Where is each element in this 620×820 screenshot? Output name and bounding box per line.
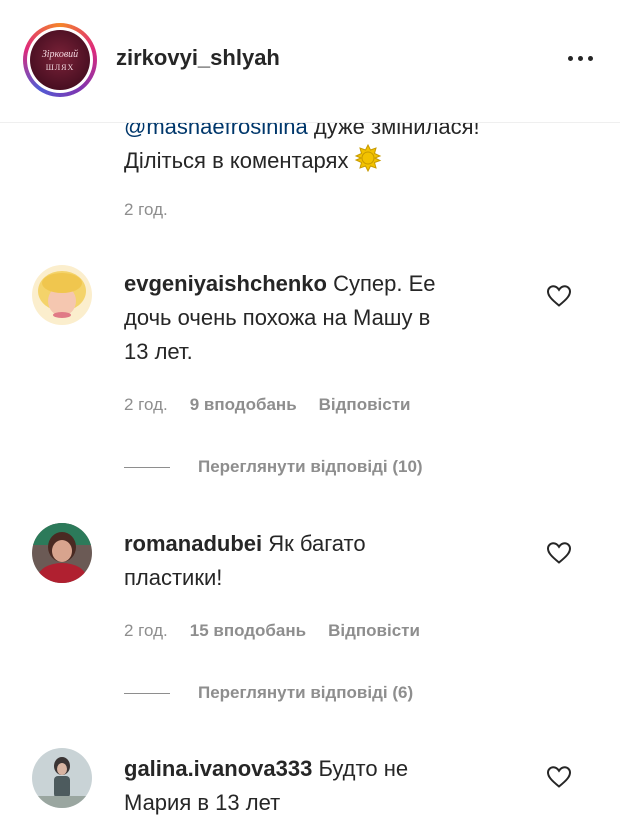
comment-text: evgeniyaishchenko Супер. Ее дочь очень п… <box>124 267 524 369</box>
comment-meta: 2 год. 15 вподобань Відповісти <box>124 621 442 641</box>
comment-body-2: Мария в 13 лет <box>124 790 281 815</box>
more-options-icon[interactable] <box>566 50 596 66</box>
caption-line-2: Діліться в коментарях <box>124 144 594 178</box>
replies-divider <box>124 467 170 469</box>
comment-body-1: Супер. Ее <box>333 271 436 296</box>
caption-timestamp: 2 год. <box>124 200 168 219</box>
view-replies-button[interactable]: Переглянути відповіді (6) <box>124 683 413 703</box>
post-header: Зірковий ШЛЯХ zirkovyi_shlyah <box>0 0 620 123</box>
profile-username[interactable]: zirkovyi_shlyah <box>116 45 280 71</box>
comment-username[interactable]: romanadubei <box>124 531 262 556</box>
sun-emoji-icon <box>355 144 382 172</box>
logo-text-1: Зірковий <box>41 49 79 60</box>
reply-button[interactable]: Відповісти <box>319 395 411 414</box>
comment-body-1: Як багато <box>268 531 366 556</box>
comment-time: 2 год. <box>124 621 168 640</box>
comment-text: galina.ivanova333 Будто не Мария в 13 ле… <box>124 752 524 820</box>
comment-avatar[interactable] <box>32 265 92 325</box>
view-replies-label: Переглянути відповіді (10) <box>198 457 423 476</box>
comment-meta: 2 год. 9 вподобань Відповісти <box>124 395 433 415</box>
logo-text-2: ШЛЯХ <box>45 63 75 72</box>
comment-time: 2 год. <box>124 395 168 414</box>
comment-avatar[interactable] <box>32 748 92 808</box>
view-replies-button[interactable]: Переглянути відповіді (10) <box>124 457 423 477</box>
comment-username[interactable]: galina.ivanova333 <box>124 756 312 781</box>
profile-avatar[interactable]: Зірковий ШЛЯХ <box>23 23 97 97</box>
profile-logo: Зірковий ШЛЯХ <box>30 30 90 90</box>
comment-username[interactable]: evgeniyaishchenko <box>124 271 327 296</box>
heart-icon[interactable] <box>546 765 572 789</box>
view-replies-label: Переглянути відповіді (6) <box>198 683 414 702</box>
comment-text: romanadubei Як багато пластики! <box>124 527 524 595</box>
replies-divider <box>124 693 170 695</box>
comment-body-2: дочь очень похожа на Машу в <box>124 305 431 330</box>
comment-body-1: Будто не <box>318 756 409 781</box>
comment-body-3: 13 лет. <box>124 339 193 364</box>
reply-button[interactable]: Відповісти <box>328 621 420 640</box>
comment-body-2: пластики! <box>124 565 223 590</box>
heart-icon[interactable] <box>546 284 572 308</box>
likes-count[interactable]: 9 вподобань <box>190 395 297 414</box>
likes-count[interactable]: 15 вподобань <box>190 621 306 640</box>
comment-avatar[interactable] <box>32 523 92 583</box>
heart-icon[interactable] <box>546 541 572 565</box>
caption-text-2: Діліться в коментарях <box>124 148 349 173</box>
